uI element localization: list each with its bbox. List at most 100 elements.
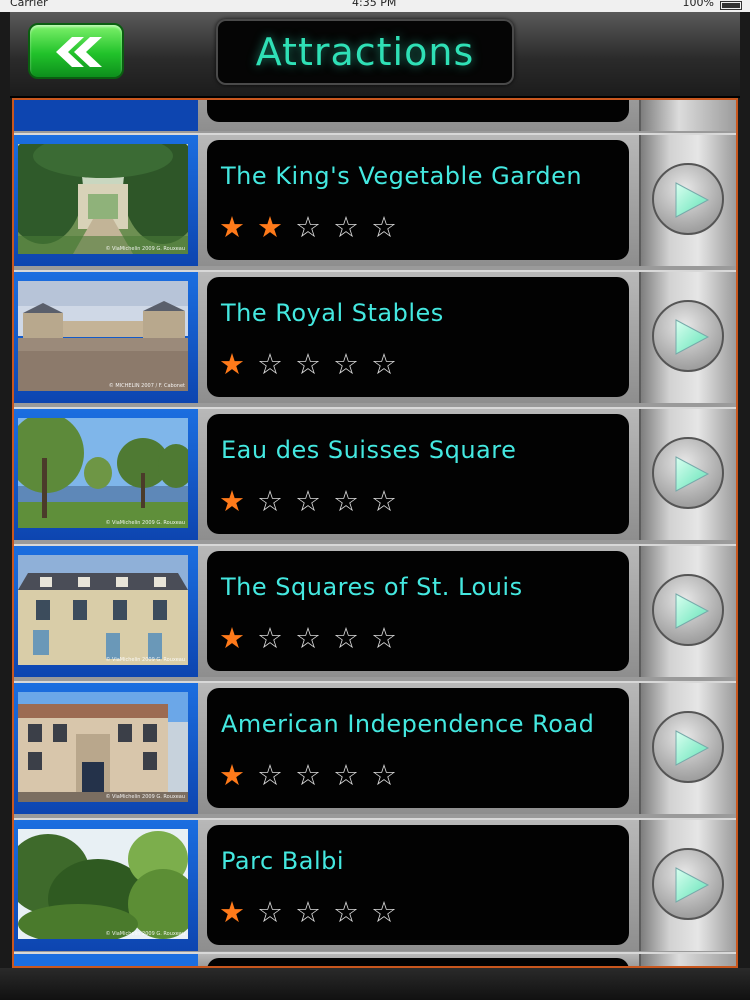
play-arrow-icon [675,730,710,766]
open-attraction-button[interactable] [652,711,724,783]
star-filled-icon: ★ [219,210,245,244]
go-cell [639,135,736,266]
attraction-info-panel[interactable]: American Independence Road ★ ☆ ☆ ☆ ☆ [207,688,629,808]
star-empty-icon: ☆ [257,484,283,518]
building-facade-photo: © ViaMichelin 2009 G. Rouxeau [18,692,188,802]
thumbnail-frame: © ViaMichelin 2009 G. Rouxeau [14,683,198,814]
open-attraction-button[interactable] [652,163,724,235]
carrier-label: Carrier [10,0,48,9]
list-item-partial-top [14,100,736,131]
bottom-bar [0,968,750,1000]
navigation-header: Attractions [10,12,740,98]
page-title: Attractions [255,30,475,74]
attraction-info-panel[interactable]: Eau des Suisses Square ★ ☆ ☆ ☆ ☆ [207,414,629,534]
star-empty-icon: ☆ [257,895,283,929]
star-rating: ★ ☆ ☆ ☆ ☆ [219,486,409,516]
star-empty-icon: ☆ [333,210,359,244]
open-attraction-button[interactable] [652,574,724,646]
photo-credit: © MICHELIN 2007 / F. Cabonet [108,383,185,389]
list-item[interactable]: © ViaMichelin 2009 G. Rouxeau The King's … [14,133,736,266]
thumbnail-frame: © ViaMichelin 2009 G. Rouxeau [14,409,198,540]
attraction-info-panel[interactable]: The Squares of St. Louis ★ ☆ ☆ ☆ ☆ [207,551,629,671]
star-empty-icon: ☆ [257,347,283,381]
star-empty-icon: ☆ [333,484,359,518]
thumbnail-frame: © ViaMichelin 2009 G. Rouxeau [14,820,198,951]
attraction-title: American Independence Road [221,710,595,738]
star-empty-icon: ☆ [333,347,359,381]
star-empty-icon: ☆ [371,210,397,244]
thumbnail-frame: © ViaMichelin 2009 G. Rouxeau [14,135,198,266]
battery-icon [720,1,742,10]
star-empty-icon: ☆ [295,621,321,655]
star-rating: ★ ☆ ☆ ☆ ☆ [219,897,409,927]
star-filled-icon: ★ [219,621,245,655]
star-filled-icon: ★ [219,347,245,381]
star-rating: ★ ★ ☆ ☆ ☆ [219,212,409,242]
star-empty-icon: ☆ [371,621,397,655]
list-item[interactable]: © ViaMichelin 2009 G. Rouxeau Parc Balbi ★… [14,818,736,951]
star-empty-icon: ☆ [295,758,321,792]
open-attraction-button[interactable] [652,848,724,920]
double-chevron-left-icon [56,37,102,67]
star-filled-icon: ★ [219,758,245,792]
open-attraction-button[interactable] [652,437,724,509]
list-item[interactable]: © MICHELIN 2007 / F. Cabonet The Royal St… [14,270,736,403]
attractions-list[interactable]: © ViaMichelin 2009 G. Rouxeau The King's … [12,98,738,968]
go-cell [639,409,736,540]
go-cell [639,272,736,403]
list-item[interactable]: © ViaMichelin 2009 G. Rouxeau American In… [14,681,736,814]
list-item[interactable]: © ViaMichelin 2009 G. Rouxeau Eau des Sui… [14,407,736,540]
go-cell [639,546,736,677]
townhouse-facade-photo: © ViaMichelin 2009 G. Rouxeau [18,555,188,665]
attraction-title: The King's Vegetable Garden [221,162,583,190]
attraction-title: The Squares of St. Louis [221,573,523,601]
attraction-info-panel[interactable]: The Royal Stables ★ ☆ ☆ ☆ ☆ [207,277,629,397]
star-empty-icon: ☆ [371,484,397,518]
photo-credit: © ViaMichelin 2009 G. Rouxeau [105,931,185,937]
play-arrow-icon [675,456,710,492]
park-greenery-photo: © ViaMichelin 2009 G. Rouxeau [18,829,188,939]
play-arrow-icon [675,182,710,218]
photo-credit: © ViaMichelin 2009 G. Rouxeau [105,246,185,252]
star-empty-icon: ☆ [371,758,397,792]
star-empty-icon: ☆ [333,895,359,929]
status-bar: Carrier 4:35 PM 100% [0,0,750,12]
star-empty-icon: ☆ [295,347,321,381]
back-button[interactable] [28,23,124,79]
list-item-partial-bottom [14,952,736,966]
photo-credit: © ViaMichelin 2009 G. Rouxeau [105,520,185,526]
star-empty-icon: ☆ [257,758,283,792]
palace-courtyard-photo: © MICHELIN 2007 / F. Cabonet [18,281,188,391]
thumbnail-frame [14,100,198,131]
lakeside-trees-photo: © ViaMichelin 2009 G. Rouxeau [18,418,188,528]
attraction-info-panel[interactable]: Parc Balbi ★ ☆ ☆ ☆ ☆ [207,825,629,945]
star-empty-icon: ☆ [371,895,397,929]
star-empty-icon: ☆ [295,210,321,244]
star-filled-icon: ★ [257,210,283,244]
info-panel [207,100,629,122]
star-filled-icon: ★ [219,895,245,929]
attraction-title: Eau des Suisses Square [221,436,517,464]
garden-archway-photo: © ViaMichelin 2009 G. Rouxeau [18,144,188,254]
battery-percent: 100% [682,0,714,9]
star-filled-icon: ★ [219,484,245,518]
info-panel [207,958,629,966]
go-cell [639,100,736,131]
play-arrow-icon [675,593,710,629]
attraction-info-panel[interactable]: The King's Vegetable Garden ★ ★ ☆ ☆ ☆ [207,140,629,260]
title-panel: Attractions [216,19,514,85]
star-empty-icon: ☆ [371,347,397,381]
play-arrow-icon [675,319,710,355]
attraction-title: The Royal Stables [221,299,444,327]
attraction-title: Parc Balbi [221,847,345,875]
play-arrow-icon [675,867,710,903]
star-empty-icon: ☆ [333,621,359,655]
clock: 4:35 PM [352,0,397,9]
thumbnail-frame [14,954,198,966]
list-item[interactable]: © ViaMichelin 2009 G. Rouxeau The Squares… [14,544,736,677]
open-attraction-button[interactable] [652,300,724,372]
go-cell [639,683,736,814]
star-empty-icon: ☆ [257,621,283,655]
thumbnail-frame: © MICHELIN 2007 / F. Cabonet [14,272,198,403]
go-cell [639,954,736,966]
